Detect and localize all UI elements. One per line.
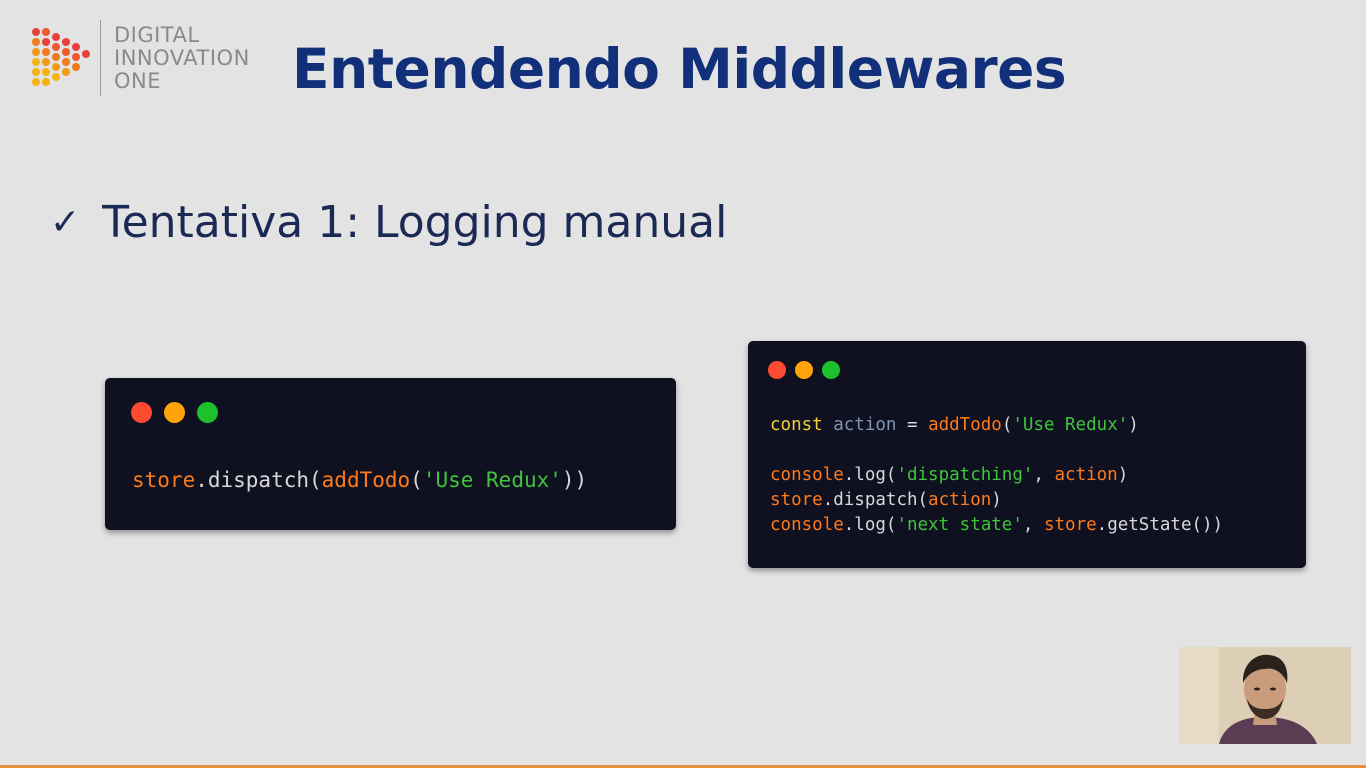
code-line-2: console.log('dispatching', action)	[770, 463, 1223, 488]
code-token: .dispatch(	[195, 468, 322, 492]
code-token: )	[991, 490, 1002, 510]
brand-name: DIGITAL INNOVATION ONE	[114, 24, 250, 93]
code-token: )	[1128, 415, 1139, 435]
window-controls	[131, 402, 218, 423]
code-token: =	[896, 415, 929, 435]
window-controls	[768, 361, 840, 379]
code-token: 'dispatching'	[896, 465, 1034, 485]
code-token: store	[770, 490, 823, 510]
maximize-dot-icon	[822, 361, 840, 379]
code-token: store	[1043, 515, 1097, 535]
code-token: action	[833, 415, 897, 435]
logo-divider	[100, 20, 101, 96]
code-block: const action = addTodo('Use Redux') cons…	[770, 413, 1223, 538]
code-token: (	[1001, 415, 1013, 435]
code-token: ))	[561, 468, 588, 492]
bullet-point: ✓ Tentativa 1: Logging manual	[50, 196, 727, 250]
close-dot-icon	[131, 402, 152, 423]
code-line-1: const action = addTodo('Use Redux')	[770, 413, 1223, 438]
code-token: .log(	[843, 515, 897, 535]
code-line-4: console.log('next state', store.getState…	[770, 513, 1223, 538]
code-token: addTodo	[928, 415, 1002, 435]
presenter-avatar-icon	[1179, 647, 1351, 744]
code-token: store	[132, 468, 196, 492]
minimize-dot-icon	[164, 402, 185, 423]
code-token: 'Use Redux'	[1012, 415, 1129, 435]
code-line-3: store.dispatch(action)	[770, 488, 1223, 513]
code-block: store.dispatch(addTodo('Use Redux'))	[132, 466, 587, 494]
bullet-text: Tentativa 1: Logging manual	[102, 197, 728, 248]
code-token: ,	[1022, 515, 1044, 535]
code-token: addTodo	[321, 468, 411, 492]
code-token: console	[770, 515, 844, 535]
brand-line-2: INNOVATION	[114, 46, 250, 70]
presenter-webcam	[1179, 647, 1351, 744]
code-token: ,	[1033, 465, 1055, 485]
minimize-dot-icon	[795, 361, 813, 379]
code-token: action	[928, 490, 992, 510]
maximize-dot-icon	[197, 402, 218, 423]
slide-title: Entendendo Middlewares	[292, 37, 1067, 101]
code-token: .getState())	[1096, 515, 1224, 535]
code-token: action	[1054, 465, 1118, 485]
code-window-dispatch: store.dispatch(addTodo('Use Redux'))	[105, 378, 676, 530]
code-token: .log(	[843, 465, 897, 485]
code-window-logging: const action = addTodo('Use Redux') cons…	[748, 341, 1306, 568]
digital-innovation-one-logo	[32, 28, 90, 86]
code-token: const	[770, 415, 823, 435]
brand-line-1: DIGITAL	[114, 23, 200, 47]
code-token: 'next state'	[896, 515, 1023, 535]
brand-line-3: ONE	[114, 69, 162, 93]
code-token: )	[1117, 465, 1129, 485]
code-token: console	[770, 465, 844, 485]
code-token: .dispatch(	[822, 490, 929, 510]
close-dot-icon	[768, 361, 786, 379]
code-token: 'Use Redux'	[422, 468, 562, 492]
check-icon: ✓	[50, 202, 81, 243]
code-token: (	[410, 468, 423, 492]
